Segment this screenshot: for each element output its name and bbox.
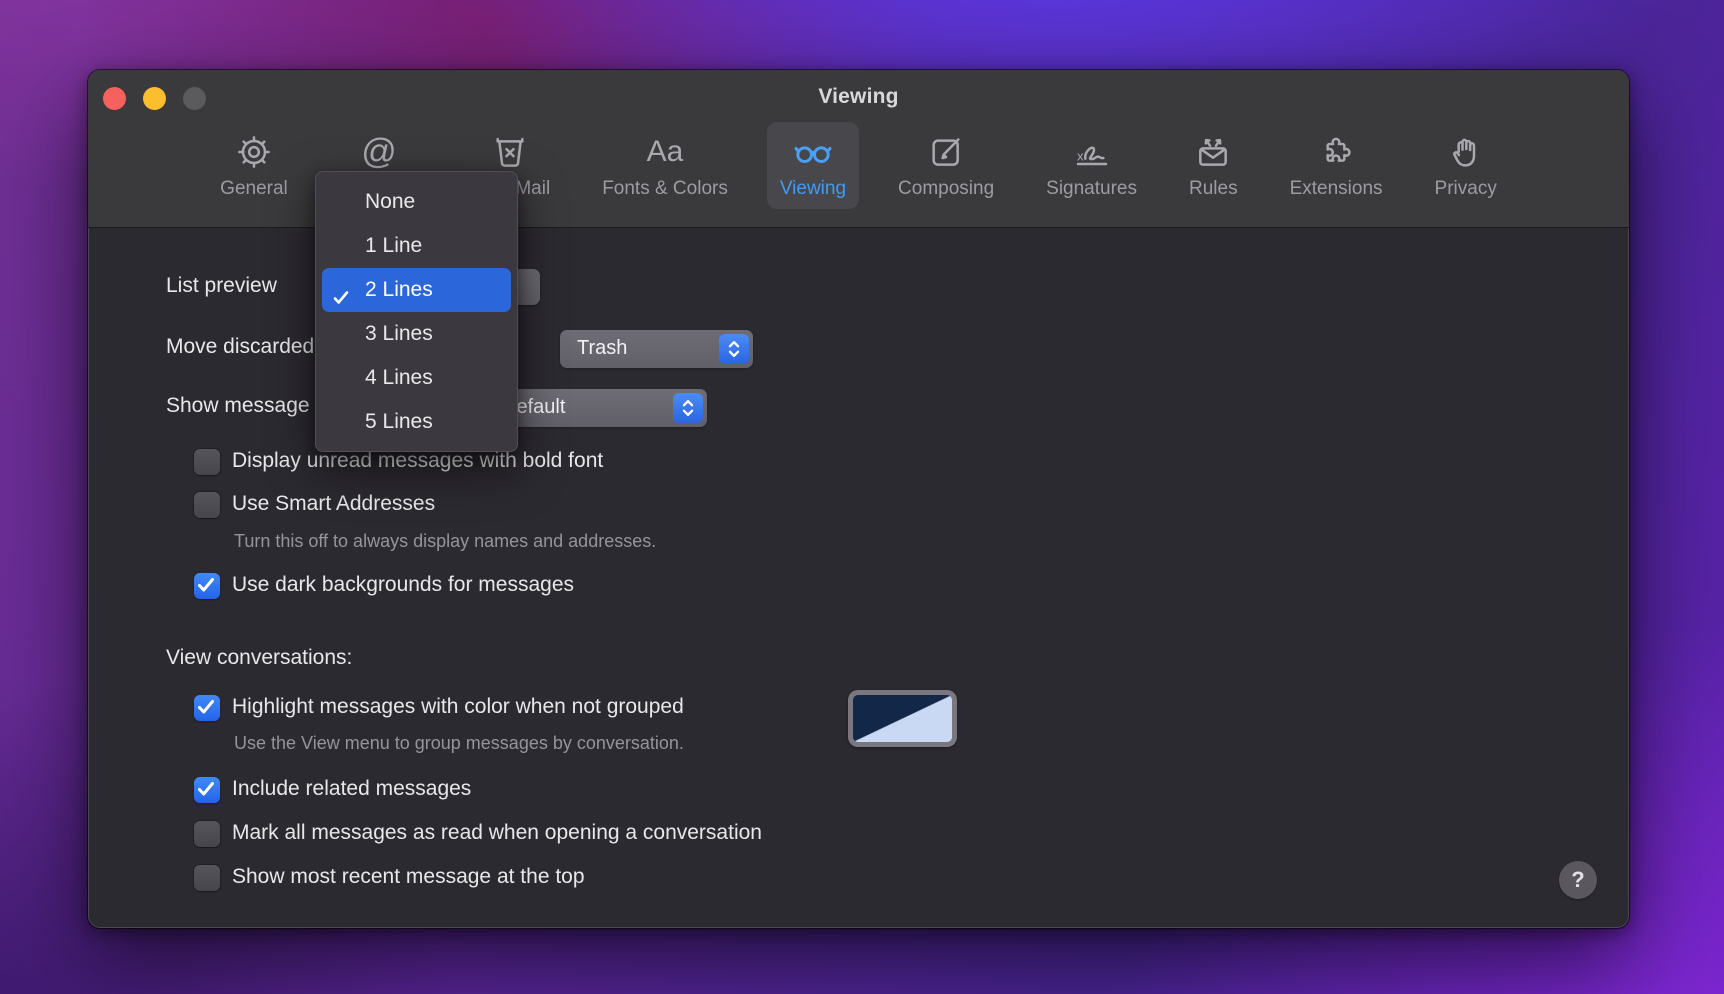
highlight-subtitle: Use the View menu to group messages by c…	[234, 733, 684, 754]
list-preview-dropdown-menu: None 1 Line 2 Lines 3 Lines 4 Lines 5 Li…	[315, 171, 518, 452]
checkbox-recent-at-top[interactable]	[194, 865, 220, 891]
color-swatch	[853, 695, 952, 742]
toolbar-label: General	[220, 178, 288, 200]
svg-text:x: x	[1077, 148, 1084, 163]
toolbar-label: Composing	[898, 178, 994, 200]
toolbar-item-general[interactable]: General	[207, 122, 301, 209]
toolbar-item-viewing[interactable]: Viewing	[767, 122, 859, 209]
checkbox-highlight-color[interactable]	[194, 695, 220, 721]
glasses-icon	[790, 129, 836, 175]
menu-item-label: 3 Lines	[365, 322, 433, 345]
smart-addresses-subtitle: Turn this off to always display names an…	[234, 531, 656, 552]
checkbox-mark-all-read[interactable]	[194, 821, 220, 847]
view-conversations-heading: View conversations:	[166, 646, 352, 670]
checkbox-label: Show most recent message at the top	[232, 865, 585, 889]
menu-item-label: None	[365, 190, 415, 213]
stepper-icon	[719, 334, 749, 364]
svg-text:Aa: Aa	[647, 135, 684, 168]
toolbar-item-extensions[interactable]: Extensions	[1277, 122, 1396, 209]
checkbox-label: Mark all messages as read when opening a…	[232, 821, 762, 845]
menu-item-5-lines[interactable]: 5 Lines	[322, 400, 511, 444]
menu-item-label: 1 Line	[365, 234, 422, 257]
checkbox-include-related[interactable]	[194, 777, 220, 803]
toolbar-item-fonts-colors[interactable]: Aa Fonts & Colors	[589, 122, 741, 209]
fonts-icon: Aa	[639, 129, 691, 175]
message-headers-popup[interactable]: Default	[485, 389, 707, 427]
menu-item-4-lines[interactable]: 4 Lines	[322, 356, 511, 400]
toolbar-label: Privacy	[1435, 178, 1497, 200]
menu-item-none[interactable]: None	[322, 180, 511, 224]
compose-icon	[926, 129, 966, 175]
toolbar-label: Extensions	[1290, 178, 1383, 200]
gear-icon	[234, 129, 274, 175]
toolbar-item-privacy[interactable]: Privacy	[1422, 122, 1510, 209]
checkbox-label: Use dark backgrounds for messages	[232, 573, 574, 597]
at-sign-icon: @	[359, 129, 399, 175]
checkbox-display-unread[interactable]	[194, 449, 220, 475]
menu-item-1-line[interactable]: 1 Line	[322, 224, 511, 268]
svg-text:@: @	[361, 132, 397, 171]
toolbar-label: Viewing	[780, 178, 846, 200]
move-discarded-popup[interactable]: Trash	[560, 330, 753, 368]
checkbox-label: Highlight messages with color when not g…	[232, 695, 684, 719]
desktop-wallpaper: Viewing General @ Accounts	[0, 0, 1724, 994]
rules-envelope-icon	[1193, 129, 1233, 175]
checkbox-label: Include related messages	[232, 777, 471, 801]
junk-trash-icon	[490, 129, 530, 175]
toolbar-item-rules[interactable]: Rules	[1176, 122, 1251, 209]
toolbar-label: Rules	[1189, 178, 1238, 200]
puzzle-icon	[1316, 129, 1356, 175]
stepper-icon	[673, 393, 703, 423]
mail-preferences-window: Viewing General @ Accounts	[88, 70, 1629, 928]
highlight-color-well[interactable]	[848, 690, 957, 747]
menu-item-label: 2 Lines	[365, 278, 433, 301]
menu-item-3-lines[interactable]: 3 Lines	[322, 312, 511, 356]
help-button[interactable]: ?	[1559, 861, 1597, 899]
checkbox-smart-addresses[interactable]	[194, 492, 220, 518]
checkbox-label: Use Smart Addresses	[232, 492, 435, 516]
menu-item-2-lines[interactable]: 2 Lines	[322, 268, 511, 312]
toolbar-label: Signatures	[1046, 178, 1137, 200]
checkbox-dark-backgrounds[interactable]	[194, 573, 220, 599]
menu-item-label: 5 Lines	[365, 410, 433, 433]
list-preview-label: List preview	[166, 274, 277, 298]
toolbar-item-composing[interactable]: Composing	[885, 122, 1007, 209]
checkbox-label: Display unread messages with bold font	[232, 449, 603, 473]
window-title: Viewing	[88, 85, 1629, 109]
signature-icon: x	[1069, 129, 1115, 175]
toolbar-item-signatures[interactable]: x Signatures	[1033, 122, 1150, 209]
menu-item-label: 4 Lines	[365, 366, 433, 389]
hand-icon	[1446, 129, 1486, 175]
move-discarded-value: Trash	[577, 337, 627, 360]
toolbar-label: Fonts & Colors	[602, 178, 728, 200]
